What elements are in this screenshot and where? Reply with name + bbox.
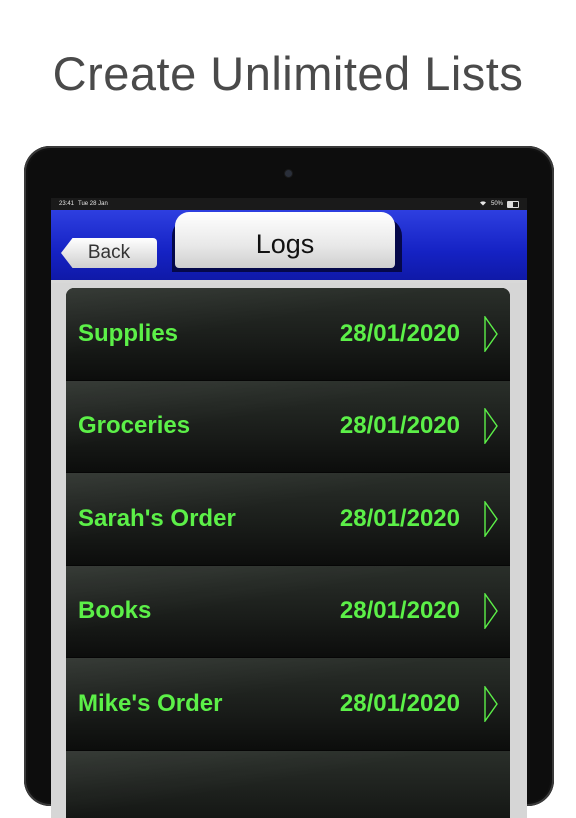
status-bar: 23:41 Tue 28 Jan 50% <box>51 198 527 210</box>
chevron-right-icon <box>484 686 498 722</box>
list-item-date: 28/01/2020 <box>340 505 460 533</box>
logs-list: Supplies 28/01/2020 Groceries 28/01/2020… <box>66 288 510 818</box>
camera-icon <box>285 170 292 177</box>
tablet-frame: 23:41 Tue 28 Jan 50% Logs Back Suppli <box>24 146 554 806</box>
list-item-name: Supplies <box>78 320 178 348</box>
app-screen: 23:41 Tue 28 Jan 50% Logs Back Suppli <box>51 198 527 818</box>
status-time: 23:41 <box>59 201 74 207</box>
list-item[interactable]: Groceries 28/01/2020 <box>66 381 510 474</box>
list-item-date: 28/01/2020 <box>340 412 460 440</box>
page-title: Logs <box>256 229 315 260</box>
chevron-right-icon <box>484 501 498 537</box>
list-item-date: 28/01/2020 <box>340 597 460 625</box>
list-item[interactable] <box>66 751 510 818</box>
chevron-right-icon <box>484 316 498 352</box>
page-headline: Create Unlimited Lists <box>0 46 576 101</box>
back-button-label: Back <box>88 242 130 264</box>
battery-icon <box>507 201 519 208</box>
list-item[interactable]: Sarah's Order 28/01/2020 <box>66 473 510 566</box>
list-item[interactable]: Supplies 28/01/2020 <box>66 288 510 381</box>
list-item-date: 28/01/2020 <box>340 690 460 718</box>
nav-bar: Logs Back <box>51 210 527 283</box>
list-item-name: Sarah's Order <box>78 505 236 533</box>
chevron-right-icon <box>484 593 498 629</box>
list-item-date: 28/01/2020 <box>340 320 460 348</box>
battery-percent: 50% <box>491 201 503 207</box>
list-item-name: Mike's Order <box>78 690 222 718</box>
status-date: Tue 28 Jan <box>78 201 108 207</box>
list-item[interactable]: Books 28/01/2020 <box>66 566 510 659</box>
page-title-tab: Logs <box>175 212 395 268</box>
back-button[interactable]: Back <box>61 238 157 268</box>
wifi-icon <box>479 200 487 208</box>
chevron-right-icon <box>484 408 498 444</box>
list-item-name: Books <box>78 597 151 625</box>
list-item[interactable]: Mike's Order 28/01/2020 <box>66 658 510 751</box>
list-item-name: Groceries <box>78 412 190 440</box>
